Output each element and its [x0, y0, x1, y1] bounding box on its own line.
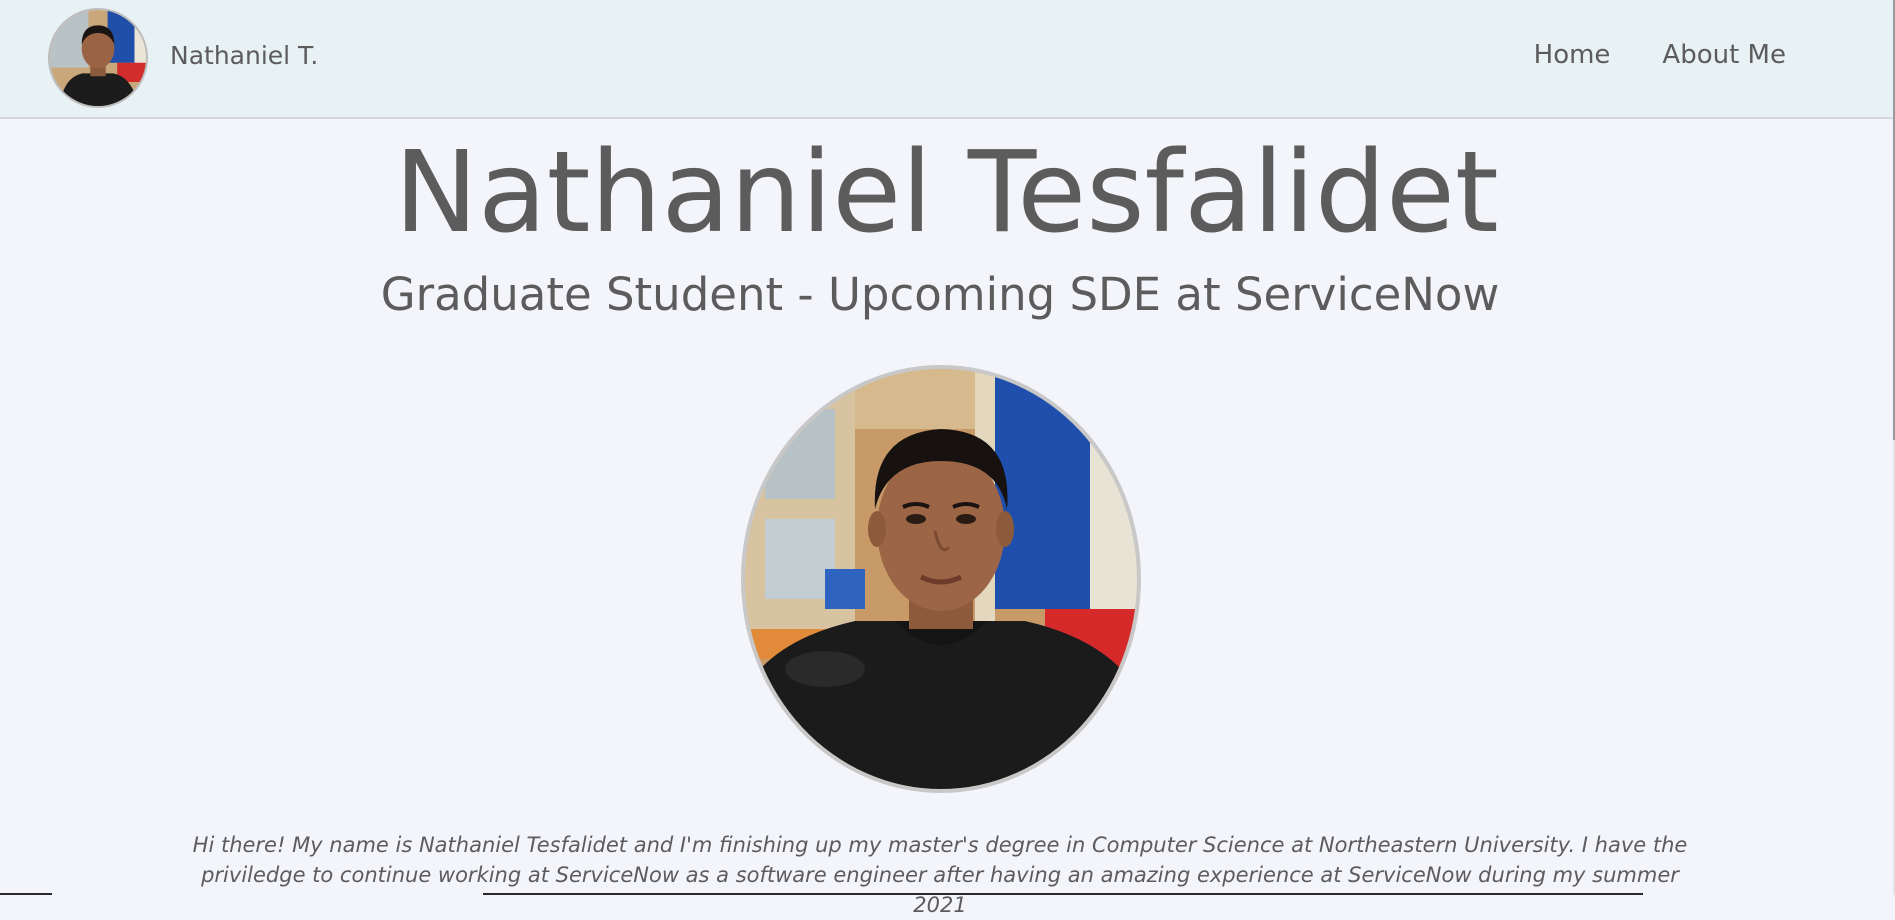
profile-portrait: [745, 369, 1137, 789]
page-title: Nathaniel Tesfalidet: [394, 128, 1499, 258]
nav-links: Home About Me: [1534, 38, 1786, 72]
profile-photo: [741, 365, 1141, 793]
nav-link-about-me[interactable]: About Me: [1662, 38, 1786, 72]
avatar-photo: [50, 10, 146, 106]
nav-avatar[interactable]: [48, 8, 148, 108]
page-subtitle: Graduate Student - Upcoming SDE at Servi…: [380, 268, 1500, 321]
navbar: Nathaniel T. Home About Me: [0, 0, 1893, 119]
bio-paragraph: Hi there! My name is Nathaniel Tesfalide…: [192, 833, 1688, 917]
nav-link-home[interactable]: Home: [1534, 38, 1611, 72]
brand-name[interactable]: Nathaniel T.: [170, 40, 318, 72]
